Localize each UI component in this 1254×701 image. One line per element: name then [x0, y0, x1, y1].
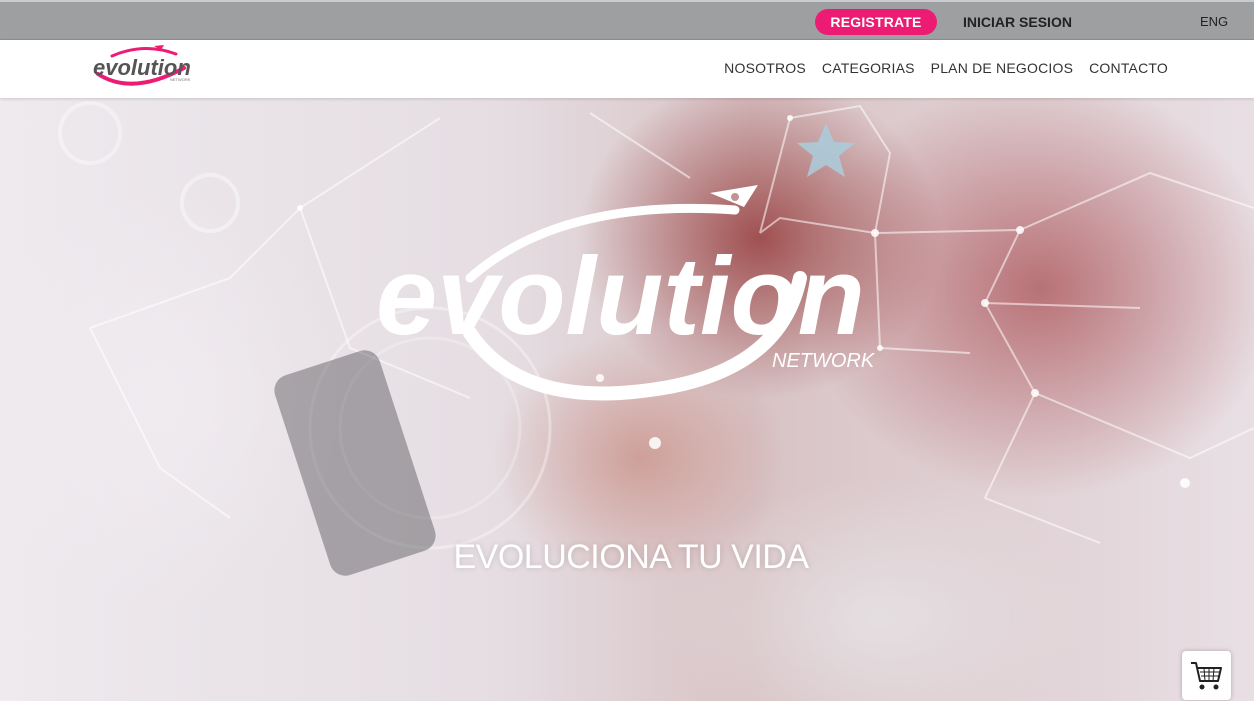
main-navbar: evolution NETWORK NOSOTROS CATEGORIAS PL… [0, 40, 1254, 98]
nav-item-categorias[interactable]: CATEGORIAS [822, 60, 915, 76]
hero-logo-subtext: NETWORK [772, 350, 876, 372]
nav-item-contacto[interactable]: CONTACTO [1089, 60, 1168, 76]
register-button[interactable]: REGISTRATE [815, 9, 937, 35]
hero-logo-wordmark: evolution [376, 235, 865, 358]
hero-logo: evolution NETWORK [376, 185, 876, 401]
hero-tagline: EVOLUCIONA TU VIDA [453, 538, 809, 576]
language-switch[interactable]: ENG [1200, 14, 1228, 29]
login-button[interactable]: INICIAR SESION [950, 9, 1085, 35]
main-nav: NOSOTROS CATEGORIAS PLAN DE NEGOCIOS CON… [724, 60, 1168, 76]
hero-banner: evolution NETWORK EVOLUCIONA TU VIDA [0, 98, 1254, 701]
logo-subtext: NETWORK [170, 77, 191, 82]
cart-button[interactable] [1182, 651, 1231, 700]
hero-background-art: evolution NETWORK [58, 101, 1254, 576]
nav-item-nosotros[interactable]: NOSOTROS [724, 60, 806, 76]
site-logo[interactable]: evolution NETWORK [92, 44, 196, 88]
top-utility-bar: REGISTRATE INICIAR SESION ENG [0, 0, 1254, 40]
nav-item-plan-de-negocios[interactable]: PLAN DE NEGOCIOS [931, 60, 1073, 76]
